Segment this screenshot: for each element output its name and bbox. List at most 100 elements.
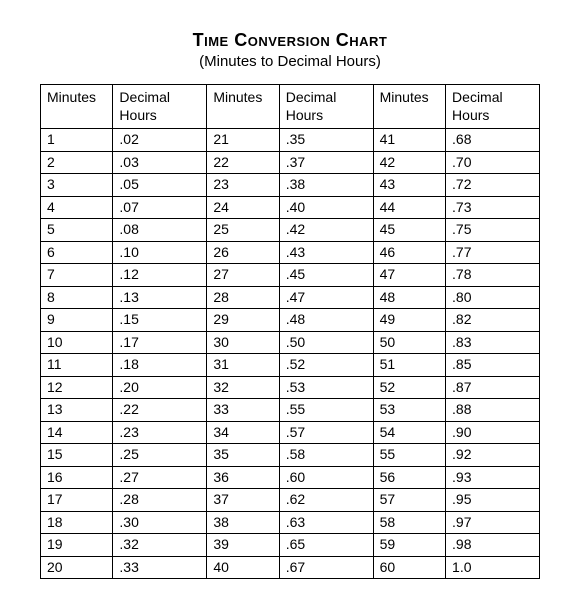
decimal-cell: .62 [279,489,373,512]
decimal-cell: .33 [113,556,207,579]
header-minutes: Minutes [373,85,445,129]
decimal-cell: .73 [446,196,540,219]
minutes-cell: 56 [373,466,445,489]
minutes-cell: 27 [207,264,279,287]
minutes-cell: 20 [41,556,113,579]
minutes-cell: 17 [41,489,113,512]
decimal-cell: .65 [279,534,373,557]
decimal-cell: .63 [279,511,373,534]
decimal-cell: .82 [446,309,540,332]
minutes-cell: 19 [41,534,113,557]
decimal-cell: .72 [446,174,540,197]
decimal-cell: .10 [113,241,207,264]
decimal-cell: .02 [113,129,207,152]
table-row: 10.1730.5050.83 [41,331,540,354]
decimal-cell: .13 [113,286,207,309]
minutes-cell: 48 [373,286,445,309]
header-row: Minutes Decimal Hours Minutes Decimal Ho… [41,85,540,129]
decimal-cell: .70 [446,151,540,174]
minutes-cell: 26 [207,241,279,264]
decimal-cell: .07 [113,196,207,219]
minutes-cell: 40 [207,556,279,579]
table-row: 16.2736.6056.93 [41,466,540,489]
decimal-cell: .12 [113,264,207,287]
decimal-cell: .68 [446,129,540,152]
minutes-cell: 21 [207,129,279,152]
conversion-table: Minutes Decimal Hours Minutes Decimal Ho… [40,84,540,579]
minutes-cell: 44 [373,196,445,219]
decimal-cell: .88 [446,399,540,422]
table-row: 11.1831.5251.85 [41,354,540,377]
minutes-cell: 60 [373,556,445,579]
table-row: 8.1328.4748.80 [41,286,540,309]
decimal-cell: .18 [113,354,207,377]
decimal-cell: .27 [113,466,207,489]
decimal-cell: .75 [446,219,540,242]
minutes-cell: 42 [373,151,445,174]
minutes-cell: 43 [373,174,445,197]
minutes-cell: 8 [41,286,113,309]
decimal-cell: .28 [113,489,207,512]
decimal-cell: .83 [446,331,540,354]
decimal-cell: .98 [446,534,540,557]
minutes-cell: 55 [373,444,445,467]
decimal-cell: .90 [446,421,540,444]
minutes-cell: 22 [207,151,279,174]
decimal-cell: .95 [446,489,540,512]
minutes-cell: 3 [41,174,113,197]
header-minutes: Minutes [41,85,113,129]
minutes-cell: 49 [373,309,445,332]
minutes-cell: 28 [207,286,279,309]
decimal-cell: .85 [446,354,540,377]
minutes-cell: 52 [373,376,445,399]
decimal-cell: .08 [113,219,207,242]
table-body: 1.0221.3541.682.0322.3742.703.0523.3843.… [41,129,540,579]
decimal-cell: .20 [113,376,207,399]
minutes-cell: 51 [373,354,445,377]
table-row: 12.2032.5352.87 [41,376,540,399]
minutes-cell: 1 [41,129,113,152]
decimal-cell: .35 [279,129,373,152]
decimal-cell: .77 [446,241,540,264]
page-subtitle: (Minutes to Decimal Hours) [40,53,540,70]
minutes-cell: 5 [41,219,113,242]
minutes-cell: 16 [41,466,113,489]
decimal-cell: .43 [279,241,373,264]
decimal-cell: .22 [113,399,207,422]
minutes-cell: 30 [207,331,279,354]
decimal-cell: .92 [446,444,540,467]
minutes-cell: 7 [41,264,113,287]
minutes-cell: 6 [41,241,113,264]
minutes-cell: 47 [373,264,445,287]
minutes-cell: 53 [373,399,445,422]
minutes-cell: 46 [373,241,445,264]
decimal-cell: .03 [113,151,207,174]
decimal-cell: 1.0 [446,556,540,579]
decimal-cell: .97 [446,511,540,534]
minutes-cell: 18 [41,511,113,534]
minutes-cell: 41 [373,129,445,152]
decimal-cell: .40 [279,196,373,219]
decimal-cell: .45 [279,264,373,287]
minutes-cell: 45 [373,219,445,242]
decimal-cell: .60 [279,466,373,489]
minutes-cell: 50 [373,331,445,354]
decimal-cell: .32 [113,534,207,557]
table-row: 3.0523.3843.72 [41,174,540,197]
minutes-cell: 58 [373,511,445,534]
minutes-cell: 24 [207,196,279,219]
minutes-cell: 13 [41,399,113,422]
decimal-cell: .80 [446,286,540,309]
table-row: 6.1026.4346.77 [41,241,540,264]
minutes-cell: 32 [207,376,279,399]
page: Time Conversion Chart (Minutes to Decima… [0,0,580,599]
minutes-cell: 57 [373,489,445,512]
decimal-cell: .48 [279,309,373,332]
minutes-cell: 14 [41,421,113,444]
decimal-cell: .23 [113,421,207,444]
table-row: 20.3340.67601.0 [41,556,540,579]
table-row: 18.3038.6358.97 [41,511,540,534]
decimal-cell: .47 [279,286,373,309]
decimal-cell: .57 [279,421,373,444]
minutes-cell: 12 [41,376,113,399]
